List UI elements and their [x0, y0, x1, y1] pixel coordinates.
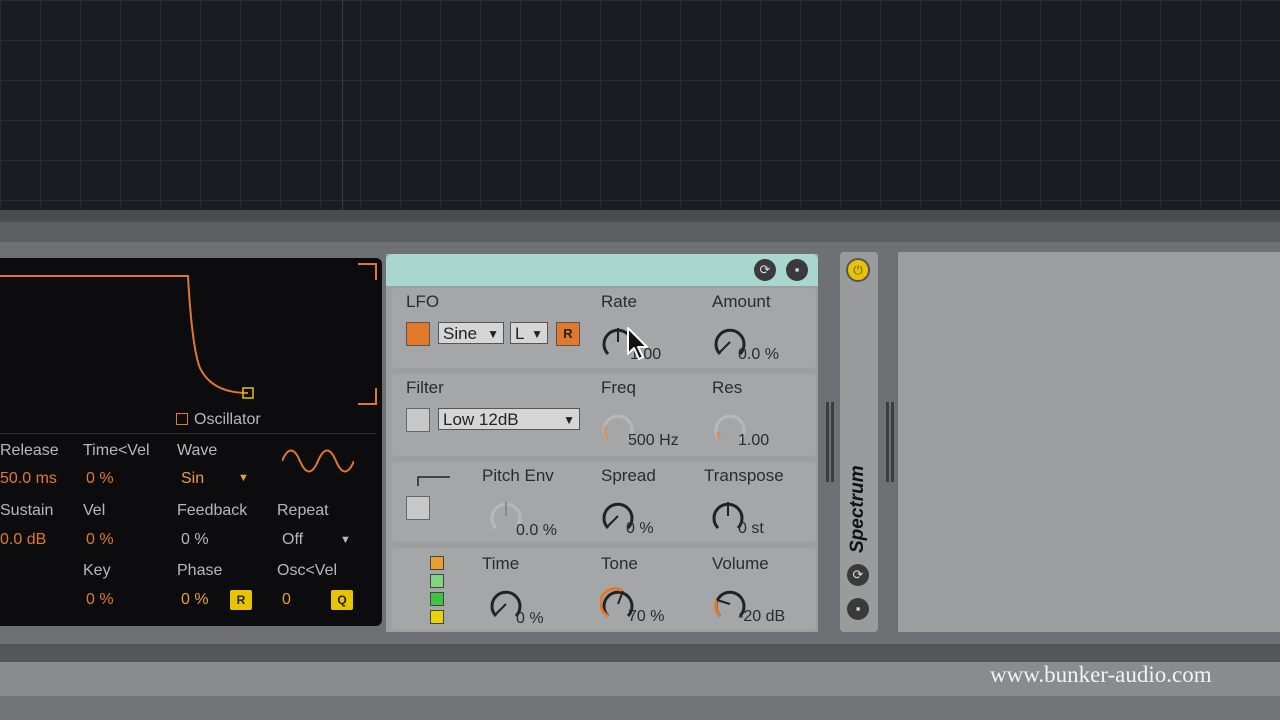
time-vel-label: Time<Vel [83, 442, 150, 459]
time-vel-value[interactable]: 0 % [86, 470, 114, 488]
device-view-header [0, 222, 1280, 242]
wave-label: Wave [177, 442, 218, 459]
filter-section: Filter Low 12dB ▼ Freq 500 Hz Res 1.00 [392, 374, 816, 456]
arrangement-grid[interactable] [0, 0, 1280, 210]
vel-label: Vel [83, 502, 106, 519]
lfo-enable-toggle[interactable] [406, 322, 430, 346]
time-value: 0 % [516, 610, 544, 627]
device-resize-grip[interactable] [831, 402, 834, 482]
oscillator-toggle[interactable] [176, 413, 188, 425]
time-label: Time [482, 554, 520, 573]
grid-bar-line [342, 0, 343, 210]
chevron-down-icon: ▼ [563, 413, 575, 427]
repeat-dropdown-icon[interactable]: ▼ [340, 534, 351, 546]
level-led [430, 574, 444, 588]
save-preset-icon[interactable]: ▪ [786, 259, 808, 281]
hot-swap-icon[interactable]: ⟳ [754, 259, 776, 281]
chevron-down-icon: ▼ [531, 327, 543, 341]
spectrum-display [898, 252, 1280, 632]
filter-enable-toggle[interactable] [406, 408, 430, 432]
power-icon[interactable]: ⏻ [846, 258, 870, 282]
filter-type-select[interactable]: Low 12dB ▼ [438, 408, 580, 430]
divider [0, 644, 1280, 662]
device-resize-grip[interactable] [891, 402, 894, 482]
lfo-title: LFO [406, 292, 440, 311]
pitch-section: Pitch Env 0.0 % Spread 0 % Transpose 0 s… [392, 462, 816, 542]
amount-value: 0.0 % [738, 346, 779, 363]
wave-dropdown-icon[interactable]: ▼ [238, 472, 249, 484]
envelope-display[interactable] [0, 258, 382, 418]
res-label: Res [712, 378, 743, 397]
spectrum-title-strip[interactable]: ⏻ ⟳ ▪ [840, 252, 878, 632]
feedback-value[interactable]: 0 % [181, 531, 209, 549]
operator-display-panel: Oscillator Release 50.0 ms Time<Vel 0 % … [0, 258, 382, 626]
level-led [430, 592, 444, 606]
level-led [430, 556, 444, 570]
repeat-label: Repeat [277, 502, 329, 519]
quantize-button[interactable]: Q [331, 590, 353, 610]
transpose-label: Transpose [704, 466, 784, 485]
divider [0, 433, 376, 434]
bottom-bar [0, 696, 1280, 720]
sine-wave-icon [282, 449, 354, 473]
feedback-label: Feedback [177, 502, 248, 519]
device-resize-grip[interactable] [826, 402, 829, 482]
pitch-env-value: 0.0 % [516, 522, 557, 539]
device-title-bar[interactable]: ⟳ ▪ [386, 254, 818, 286]
mouse-cursor-icon [627, 327, 648, 360]
oscillator-label: Oscillator [194, 411, 261, 428]
vel-value[interactable]: 0 % [86, 531, 114, 549]
release-label: Release [0, 442, 59, 459]
phase-value[interactable]: 0 % [181, 591, 209, 609]
spectrum-title: Spectrum [847, 465, 868, 553]
osc-vel-value[interactable]: 0 [282, 591, 291, 609]
filter-title: Filter [406, 378, 444, 397]
sustain-label: Sustain [0, 502, 54, 519]
amount-label: Amount [712, 292, 771, 311]
pitch-env-label: Pitch Env [482, 466, 554, 485]
lfo-section: LFO Sine ▼ L ▼ R Rate 1.00 Amount 0.0 % [392, 288, 816, 368]
sustain-value[interactable]: 0.0 dB [0, 531, 46, 549]
device-resize-grip[interactable] [886, 402, 889, 482]
phase-label: Phase [177, 562, 223, 579]
key-value[interactable]: 0 % [86, 591, 114, 609]
tone-label: Tone [601, 554, 638, 573]
level-led [430, 610, 444, 624]
lfo-retrigger-button[interactable]: R [556, 322, 580, 346]
res-value: 1.00 [738, 432, 770, 449]
osc-vel-label: Osc<Vel [277, 562, 338, 579]
repeat-value[interactable]: Off [282, 531, 303, 549]
transpose-value: 0 st [738, 520, 764, 537]
divider [0, 210, 1280, 222]
watermark: www.bunker-audio.com [990, 662, 1212, 687]
rate-label: Rate [601, 292, 637, 311]
pitch-env-icon [417, 476, 450, 486]
chevron-down-icon: ▼ [487, 327, 499, 341]
global-section: Time 0 % Tone 70 % Volume -20 dB [392, 548, 816, 630]
key-label: Key [83, 562, 111, 579]
hot-swap-icon[interactable]: ⟳ [847, 564, 869, 586]
freq-label: Freq [601, 378, 636, 397]
save-preset-icon[interactable]: ▪ [847, 598, 869, 620]
lfo-wave-select[interactable]: Sine ▼ [438, 322, 504, 344]
phase-retrigger-button[interactable]: R [230, 590, 252, 610]
freq-value: 500 Hz [628, 432, 679, 449]
pitch-env-toggle[interactable] [406, 496, 430, 520]
spread-label: Spread [601, 466, 656, 485]
volume-value: -20 dB [738, 608, 786, 625]
volume-label: Volume [712, 554, 769, 573]
lfo-range-select[interactable]: L ▼ [510, 322, 548, 344]
release-value[interactable]: 50.0 ms [0, 470, 57, 488]
tone-value: 70 % [628, 608, 665, 625]
wave-value[interactable]: Sin [181, 470, 204, 488]
spread-value: 0 % [626, 520, 654, 537]
